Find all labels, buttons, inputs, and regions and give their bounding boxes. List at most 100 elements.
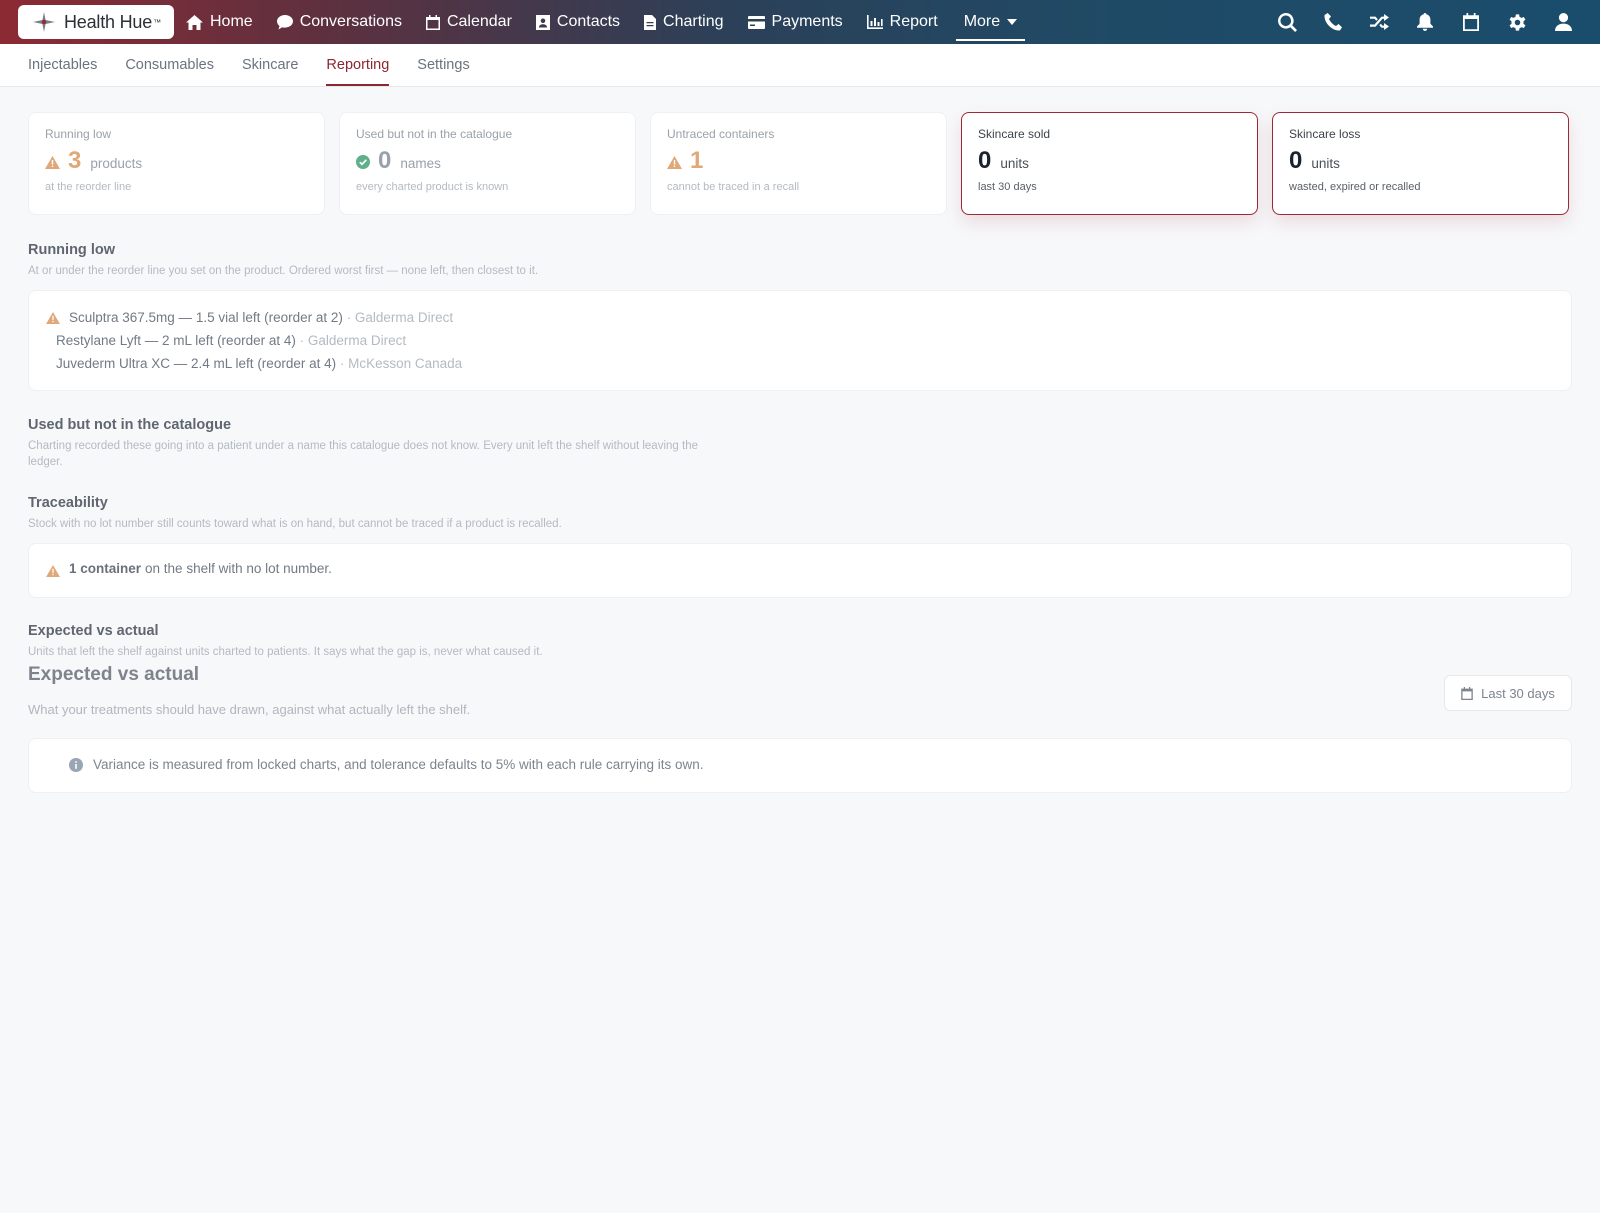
calendar-icon — [1463, 13, 1479, 31]
card-value: 0 — [1289, 147, 1303, 174]
variance-info-text: Variance is measured from locked charts,… — [93, 757, 704, 772]
warning-icon — [46, 565, 60, 577]
card-value: 0 — [978, 147, 992, 174]
section-title-not-in-catalogue: Used but not in the catalogue — [28, 417, 232, 433]
caret-down-icon — [1007, 19, 1018, 25]
list-item-supplier: · McKesson Canada — [336, 356, 463, 371]
card-running-low[interactable]: Running low 3 products at the reorder li… — [28, 112, 325, 215]
document-icon — [644, 14, 657, 30]
gear-icon — [1509, 13, 1525, 31]
section-desc-expected-vs-actual: Units that left the shelf against units … — [28, 646, 543, 658]
card-subtext: every charted product is known — [356, 181, 509, 193]
tab-skincare[interactable]: Skincare — [242, 43, 298, 86]
variance-info: Variance is measured from locked charts,… — [69, 757, 704, 772]
card-subtext: last 30 days — [978, 181, 1037, 193]
nav-charting[interactable]: Charting — [644, 0, 724, 44]
card-label: Running low — [45, 127, 112, 141]
card-unit: names — [400, 156, 441, 171]
card-subtext: at the reorder line — [45, 181, 132, 193]
inventory-subtabs: Injectables Consumables Skincare Reporti… — [0, 44, 1600, 87]
card-not-in-catalogue[interactable]: Used but not in the catalogue 0 names ev… — [339, 112, 636, 215]
nav-more-label: More — [963, 13, 1001, 30]
nav-home[interactable]: Home — [186, 0, 253, 44]
nav-payments[interactable]: Payments — [747, 0, 843, 44]
profile-button[interactable] — [1540, 0, 1586, 44]
tab-consumables[interactable]: Consumables — [125, 43, 214, 86]
card-unit: products — [90, 156, 143, 171]
variance-heading: Expected vs actual — [28, 664, 200, 685]
list-item-supplier: · Galderma Direct — [295, 333, 407, 348]
section-title-running-low: Running low — [28, 242, 115, 258]
nav-more-dropdown[interactable]: More — [955, 0, 1026, 44]
credit-card-icon — [747, 15, 765, 29]
home-icon — [186, 14, 203, 30]
main-nav: Home Conversations Calendar Contacts Cha… — [186, 0, 1026, 44]
warning-icon — [45, 155, 60, 169]
list-item[interactable]: Restylane Lyft — 2 mL left (reorder at 4… — [56, 333, 406, 348]
tab-injectables[interactable]: Injectables — [28, 43, 97, 86]
list-item[interactable]: Sculptra 367.5mg — 1.5 vial left (reorde… — [69, 310, 453, 325]
section-title-expected-vs-actual: Expected vs actual — [28, 623, 159, 639]
card-unit: units — [1000, 156, 1029, 171]
nav-calendar[interactable]: Calendar — [425, 0, 512, 44]
nav-contacts-label: Contacts — [556, 13, 621, 30]
card-skincare-loss[interactable]: Skincare loss 0 units wasted, expired or… — [1272, 112, 1569, 215]
nav-home-label: Home — [210, 13, 253, 30]
list-item-text: Restylane Lyft — 2 mL left (reorder at 4… — [56, 333, 296, 348]
nav-calendar-label: Calendar — [446, 13, 512, 30]
phone-button[interactable] — [1310, 0, 1356, 44]
card-value: 1 — [690, 147, 704, 174]
search-button[interactable] — [1264, 0, 1310, 44]
calendar-icon — [425, 14, 440, 30]
info-icon — [69, 757, 83, 772]
nav-report-label: Report — [889, 13, 938, 30]
user-icon — [1554, 13, 1572, 31]
card-label: Skincare sold — [978, 127, 1051, 141]
section-desc-not-in-catalogue: Charting recorded these going into a pat… — [28, 440, 698, 468]
card-subtext: wasted, expired or recalled — [1289, 181, 1421, 193]
check-circle-icon — [356, 155, 370, 169]
nav-contacts[interactable]: Contacts — [535, 0, 621, 44]
list-item[interactable]: Juvederm Ultra XC — 2.4 mL left (reorder… — [56, 356, 462, 371]
brand-logo[interactable]: Health Hue ™ — [18, 5, 174, 39]
card-skincare-sold[interactable]: Skincare sold 0 units last 30 days — [961, 112, 1258, 215]
warning-icon — [667, 155, 682, 169]
date-range-button[interactable]: Last 30 days — [1444, 675, 1572, 711]
shuffle-button[interactable] — [1356, 0, 1402, 44]
traceability-panel: 1 container on the shelf with no lot num… — [28, 543, 1572, 598]
running-low-list: Sculptra 367.5mg — 1.5 vial left (reorde… — [28, 290, 1572, 391]
nav-conversations[interactable]: Conversations — [276, 0, 402, 44]
bar-chart-icon — [866, 15, 883, 29]
section-desc-traceability: Stock with no lot number still counts to… — [28, 518, 562, 530]
nav-payments-label: Payments — [771, 13, 843, 30]
card-untraced-containers[interactable]: Untraced containers 1 cannot be traced i… — [650, 112, 947, 215]
card-unit: units — [1311, 156, 1340, 171]
list-item-supplier: · Galderma Direct — [342, 310, 454, 325]
brand-mark-icon — [33, 12, 55, 32]
calendar-button[interactable] — [1448, 0, 1494, 44]
nav-report[interactable]: Report — [866, 0, 938, 44]
card-value: 0 — [378, 147, 392, 174]
list-item-text: Juvederm Ultra XC — 2.4 mL left (reorder… — [56, 356, 337, 371]
warning-icon — [46, 312, 60, 324]
nav-conversations-label: Conversations — [299, 13, 402, 30]
tab-reporting[interactable]: Reporting — [326, 43, 389, 86]
date-range-label: Last 30 days — [1481, 685, 1555, 701]
untraced-text: on the shelf with no lot number. — [145, 561, 332, 576]
search-icon — [1277, 12, 1297, 32]
shuffle-icon — [1369, 14, 1389, 30]
phone-icon — [1324, 13, 1342, 31]
settings-button[interactable] — [1494, 0, 1540, 44]
stat-cards: Running low 3 products at the reorder li… — [28, 112, 1569, 215]
chat-icon — [276, 14, 293, 29]
bell-icon — [1417, 13, 1433, 31]
nav-charting-label: Charting — [663, 13, 724, 30]
card-subtext: cannot be traced in a recall — [667, 181, 800, 193]
notifications-button[interactable] — [1402, 0, 1448, 44]
section-desc-running-low: At or under the reorder line you set on … — [28, 265, 539, 277]
card-value: 3 — [68, 147, 82, 174]
top-navigation-bar: Health Hue ™ Home Conversations Calendar … — [0, 0, 1600, 44]
card-label: Untraced containers — [667, 127, 775, 141]
card-label: Used but not in the catalogue — [356, 127, 513, 141]
tab-settings[interactable]: Settings — [417, 43, 469, 86]
